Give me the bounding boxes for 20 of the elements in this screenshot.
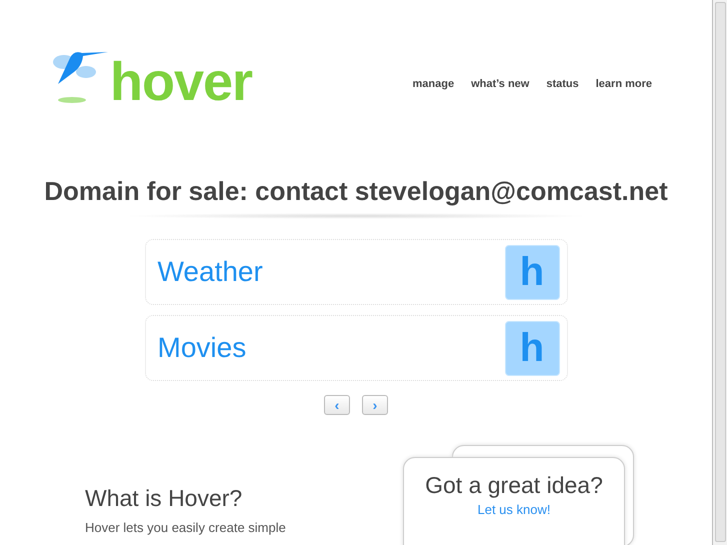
section-title: What is Hover? xyxy=(85,485,244,512)
card-title: Movies xyxy=(158,332,246,364)
hover-badge: h xyxy=(504,244,560,300)
headline: Domain for sale: contact stevelogan@comcast.net xyxy=(43,176,669,207)
hover-badge: h xyxy=(504,320,560,376)
next-button[interactable]: › xyxy=(362,395,388,415)
link-card[interactable]: Movies h xyxy=(144,315,568,381)
idea-title: Got a great idea? xyxy=(425,472,603,499)
scrollbar-thumb[interactable] xyxy=(715,2,726,542)
scrollbar[interactable] xyxy=(712,0,727,545)
nav-link[interactable]: status xyxy=(546,78,579,90)
section-text: Hover lets you easily create simple xyxy=(85,520,286,535)
feedback-link[interactable]: Let us know! xyxy=(478,502,550,517)
logo-text: hover xyxy=(110,60,252,106)
nav-link[interactable]: what’s new xyxy=(471,78,530,90)
nav-link[interactable]: manage xyxy=(412,78,454,90)
link-card[interactable]: Weather h xyxy=(144,239,568,305)
nav-link[interactable]: learn more xyxy=(596,78,652,90)
card-title: Weather xyxy=(158,256,263,288)
previous-button[interactable]: ‹ xyxy=(324,395,350,415)
